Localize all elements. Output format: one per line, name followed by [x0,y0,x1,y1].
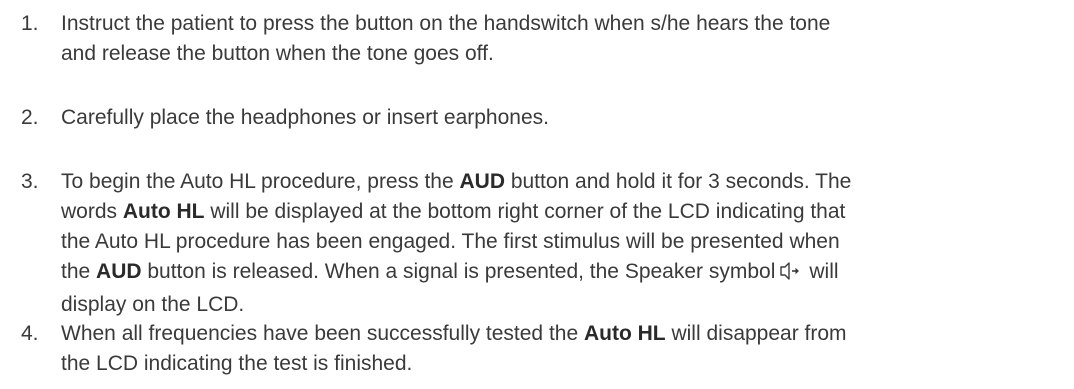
step-line: the Auto HL procedure has been engaged. … [61,230,840,253]
text-run: button is released. When a signal is pre… [141,260,776,283]
step-text: To begin the Auto HL procedure, press th… [61,167,1061,320]
text-run: When all frequencies have been successfu… [61,322,584,345]
step-number: 1. [21,12,39,35]
aud-button-ref: AUD [96,260,142,283]
step-line: display on the LCD. [61,293,245,316]
auto-hl-ref: Auto HL [583,322,666,345]
text-run: button and hold it for 3 seconds. The [504,170,852,193]
step-number: 3. [21,170,39,193]
text-run: will be displayed at the bottom right co… [204,200,846,223]
instructions-page: 1. Instruct the patient to press the but… [0,0,1074,389]
step-line: words Auto HL will be displayed at the b… [61,197,1061,227]
speaker-icon [779,260,801,290]
aud-button-ref: AUD [459,170,505,193]
text-run: the [61,260,97,283]
step-line: To begin the Auto HL procedure, press th… [61,167,1061,197]
step-number: 4. [21,322,39,345]
step-line: and release the button when the tone goe… [61,42,494,65]
text-run: will [809,260,839,283]
text-run: will disappear from [665,322,847,345]
auto-hl-ref: Auto HL [122,200,205,223]
step-line: Instruct the patient to press the button… [61,12,831,35]
step-text: When all frequencies have been successfu… [61,319,1061,379]
step-number: 2. [21,106,39,129]
step-line: When all frequencies have been successfu… [61,319,1061,349]
step-line: Carefully place the headphones or insert… [61,106,549,129]
step-text: Carefully place the headphones or insert… [61,103,1061,133]
text-run: To begin the Auto HL procedure, press th… [61,170,460,193]
step-line: the AUD button is released. When a signa… [61,257,1061,290]
step-line: the LCD indicating the test is finished. [61,352,413,375]
step-text: Instruct the patient to press the button… [61,9,1061,69]
text-run: words [61,200,123,223]
